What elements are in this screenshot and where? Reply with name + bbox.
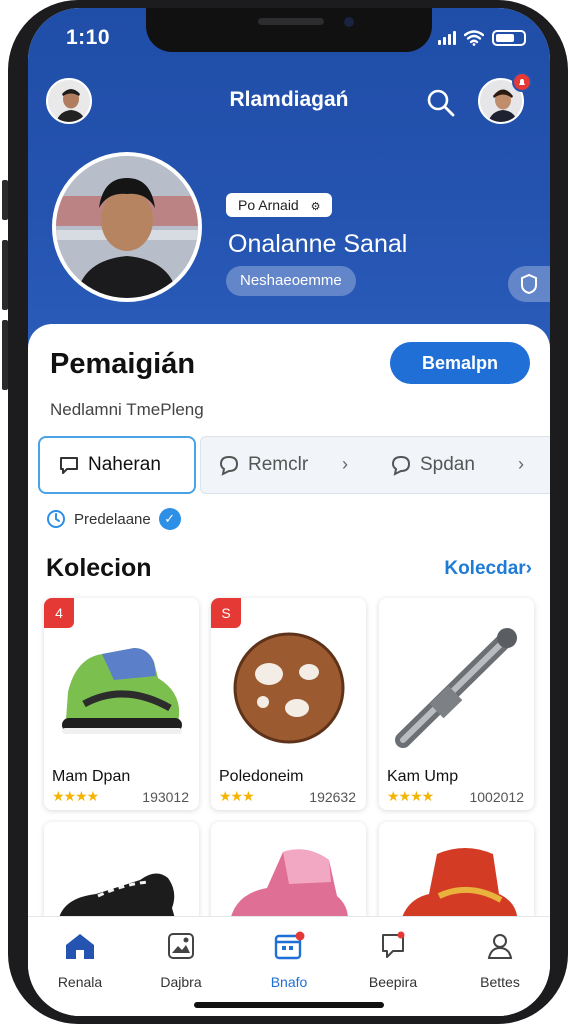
product-rating-stars: ★★★ <box>219 788 255 804</box>
cellular-signal-icon <box>438 31 456 45</box>
tab-label: Spdan <box>420 454 475 475</box>
profile-portrait-icon <box>56 156 198 298</box>
app-screen: 1:10 Rlamdiagań Po Arnaid ⚙ Onalanne San… <box>28 8 550 1016</box>
nav-item-bettes[interactable]: Bettes <box>455 931 545 990</box>
info-line: Predelaane ✓ <box>46 508 181 530</box>
nav-label: Bettes <box>480 974 520 990</box>
product-count: 192632 <box>309 789 356 805</box>
chat-bubble-icon <box>60 457 78 474</box>
chat-bubble-icon <box>219 455 239 476</box>
tab-label: Naheran <box>88 454 161 475</box>
product-card[interactable]: 4 Mam Dpan ★★★★ 193012 <box>44 598 199 810</box>
section-title: Pemaigián <box>50 348 196 380</box>
gallery-icon <box>168 933 194 959</box>
section-subtitle: Nedlamni TmePleng <box>50 400 204 419</box>
profile-header: 1:10 Rlamdiagań Po Arnaid ⚙ Onalanne San… <box>28 8 550 348</box>
product-name: Poledoneim <box>219 768 304 785</box>
nav-item-beepira[interactable]: Beepira <box>348 931 438 990</box>
profile-name: Onalanne Sanal <box>228 230 408 258</box>
nav-item-renala[interactable]: Renala <box>35 931 125 990</box>
profile-icon <box>487 934 513 959</box>
hero-action-button[interactable] <box>508 266 550 302</box>
collection-title: Kolecion <box>46 554 152 582</box>
info-text: Predelaane <box>74 510 151 528</box>
front-camera <box>344 17 354 27</box>
calendar-icon <box>274 931 305 960</box>
product-corner-badge: S <box>211 598 241 628</box>
nav-label: Dajbra <box>160 974 202 990</box>
bottom-navigation: Renala Dajbra Bnafo Beepira Bettes <box>28 916 550 1016</box>
nav-item-bnafo[interactable]: Bnafo <box>244 931 334 990</box>
verified-icon: ✓ <box>158 508 181 530</box>
wifi-icon <box>464 30 484 46</box>
nav-label: Beepira <box>368 974 418 990</box>
chevron-right-icon: › <box>342 454 348 474</box>
metal-tube-icon <box>379 618 534 758</box>
speaker <box>258 18 324 25</box>
chat-bubble-icon <box>391 455 411 476</box>
nav-label: Bnafo <box>270 974 308 990</box>
chevron-right-icon: › <box>518 454 524 474</box>
profile-tag[interactable]: Neshaeoemme <box>226 266 356 296</box>
product-count: 193012 <box>142 789 189 805</box>
product-count: 1002012 <box>469 789 524 805</box>
app-title: Rlamdiagań <box>229 88 349 111</box>
product-name: Kam Ump <box>387 768 459 785</box>
gear-icon: ⚙ <box>310 201 321 213</box>
product-card[interactable]: S Poledoneim ★★★ 192632 <box>211 598 366 810</box>
product-card[interactable]: Kam Ump ★★★★ 1002012 <box>379 598 534 810</box>
home-icon <box>66 934 94 959</box>
search-icon <box>427 89 455 117</box>
profile-photo[interactable] <box>52 152 202 302</box>
notification-badge <box>512 72 532 92</box>
collection-see-all-link[interactable]: Kolecdar› <box>444 558 532 580</box>
leather-ball-icon <box>211 618 366 758</box>
notch <box>146 8 432 52</box>
sneaker-icon <box>44 618 199 758</box>
nav-item-dajbra[interactable]: Dajbra <box>136 931 226 990</box>
nav-label: Renala <box>57 974 103 990</box>
device-background: 1:10 Rlamdiagań Po Arnaid ⚙ Onalanne San… <box>0 0 576 1024</box>
status-icons <box>438 30 526 46</box>
tab-label: Remclr <box>248 454 309 475</box>
home-indicator <box>194 1002 384 1008</box>
status-time: 1:10 <box>66 26 111 49</box>
tab-spdan[interactable]: Spdan <box>390 436 475 494</box>
tab-remclr[interactable]: Remclr <box>218 436 308 494</box>
battery-icon <box>492 30 526 46</box>
clock-icon <box>47 510 65 528</box>
product-corner-badge: 4 <box>44 598 74 628</box>
profile-badge-text: Po Arnaid <box>238 197 299 213</box>
primary-action-button[interactable]: Bemalpn <box>390 342 530 384</box>
profile-badge: Po Arnaid ⚙ <box>226 193 333 217</box>
product-rating-stars: ★★★★ <box>387 788 434 804</box>
search-button[interactable] <box>424 86 458 120</box>
product-rating-stars: ★★★★ <box>52 788 99 804</box>
shield-icon <box>521 273 537 295</box>
bell-icon <box>519 79 525 85</box>
product-name: Mam Dpan <box>52 768 131 785</box>
tab-naheran[interactable]: Naheran <box>38 436 196 494</box>
chat-icon <box>382 931 405 958</box>
tab-bar: Naheran Remclr › Spdan › <box>38 436 550 494</box>
